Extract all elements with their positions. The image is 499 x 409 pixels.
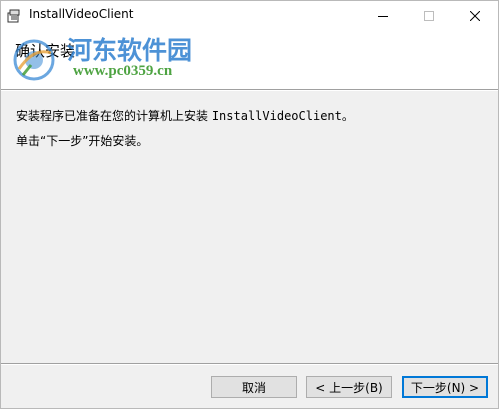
ready-message-app: InstallVideoClient (211, 109, 342, 123)
installer-window: InstallVideoClient 确认安装 河东软件园 www.pc0359… (0, 0, 499, 409)
title-bar[interactable]: InstallVideoClient (1, 1, 498, 31)
page-header: 确认安装 河东软件园 www.pc0359.cn (1, 31, 498, 89)
watermark-site-url: www.pc0359.cn (73, 63, 173, 79)
maximize-icon[interactable] (406, 1, 452, 31)
installer-icon (6, 8, 22, 24)
window-title: InstallVideoClient (29, 7, 134, 21)
cancel-button[interactable]: 取消 (211, 376, 297, 398)
watermark-logo-icon (9, 35, 59, 85)
instruction-message: 单击“下一步”开始安装。 (16, 134, 149, 148)
minimize-icon[interactable] (360, 1, 406, 31)
watermark-site-name: 河东软件园 (67, 36, 193, 65)
close-icon[interactable] (452, 1, 498, 31)
ready-message: 安装程序已准备在您的计算机上安装 InstallVideoClient。 (16, 107, 354, 124)
footer-divider (1, 363, 498, 365)
back-button[interactable]: < 上一步(B) (306, 376, 392, 398)
header-divider (1, 89, 498, 91)
ready-message-suffix: 。 (341, 109, 354, 123)
watermark: 河东软件园 www.pc0359.cn (9, 31, 219, 91)
ready-message-prefix: 安装程序已准备在您的计算机上安装 (16, 109, 212, 123)
next-button[interactable]: 下一步(N) > (402, 376, 488, 398)
